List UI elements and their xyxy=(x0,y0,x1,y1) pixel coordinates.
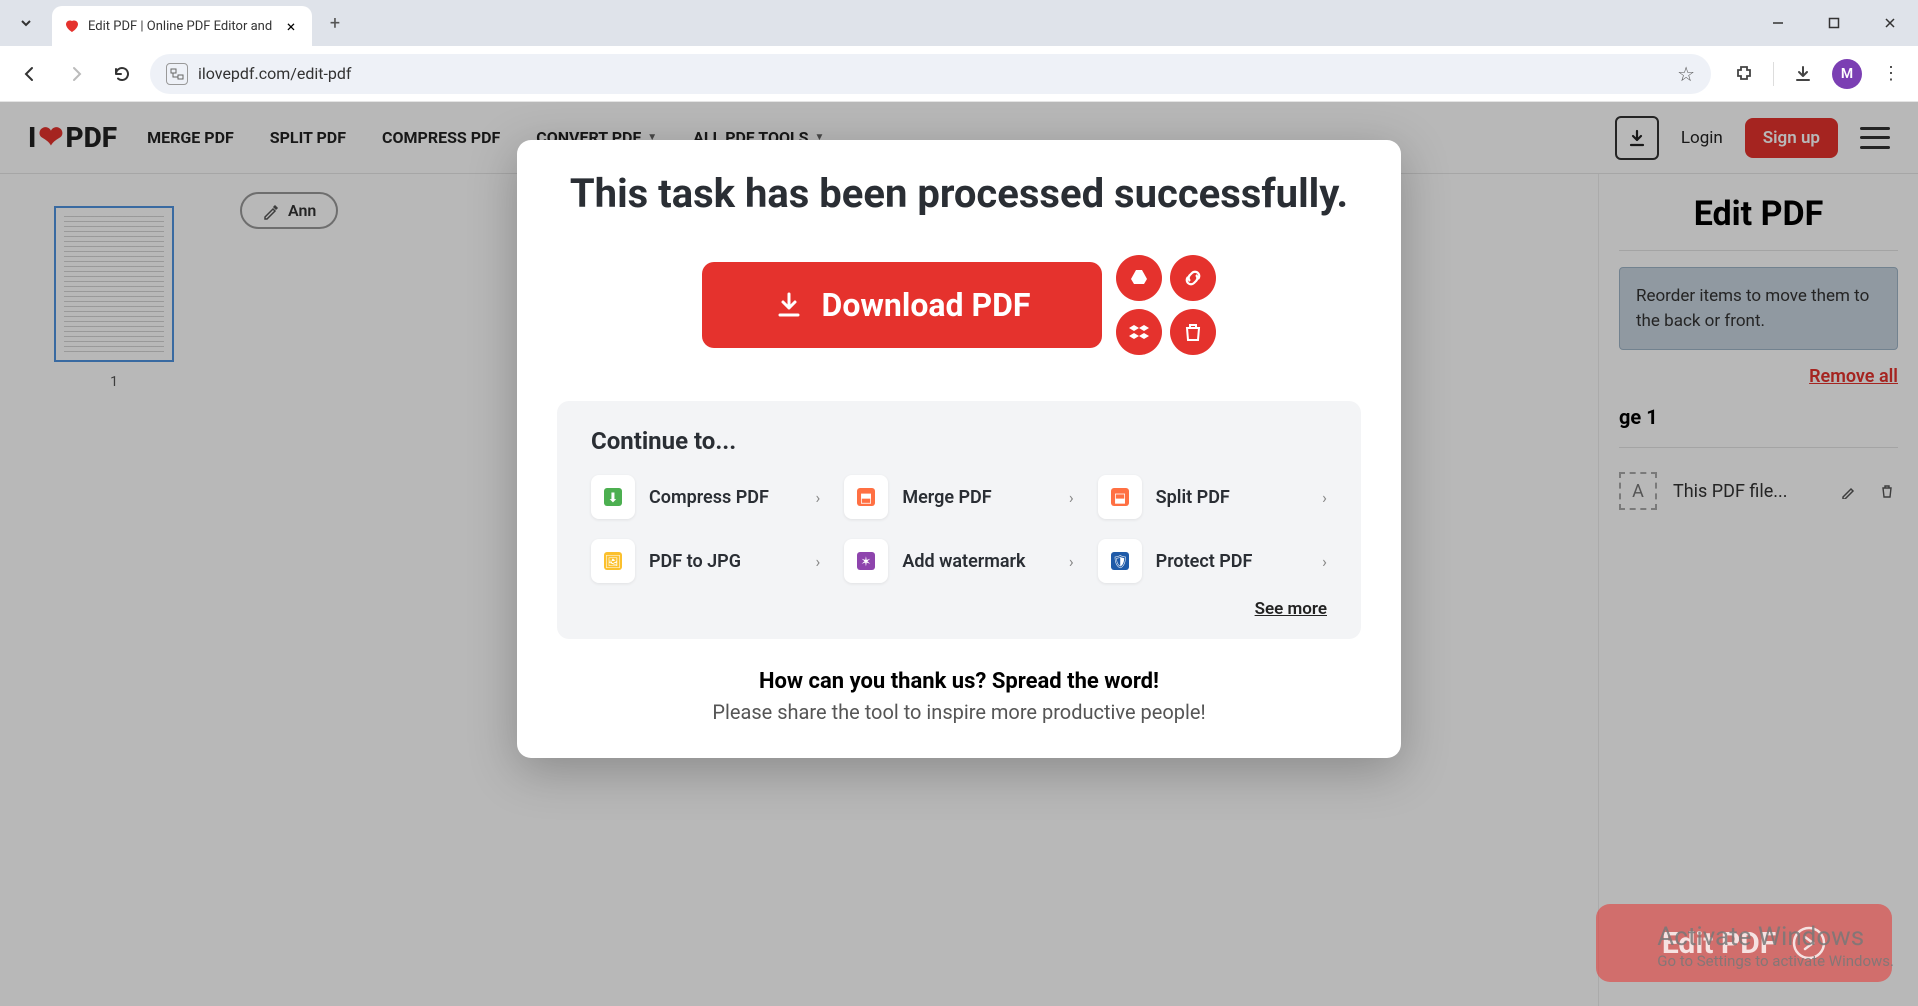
continue-to-box: Continue to... ⬇ Compress PDF › ⬒ Merge PDF ›… xyxy=(557,401,1361,639)
tool-item[interactable]: ⬇ Compress PDF › xyxy=(591,475,820,519)
edit-pdf-submit-button[interactable]: Edit PDF xyxy=(1596,904,1892,982)
toolbar-divider xyxy=(1773,62,1774,86)
svg-text:✶: ✶ xyxy=(861,555,872,570)
address-bar[interactable]: ilovepdf.com/edit-pdf ☆ xyxy=(150,54,1711,94)
download-pdf-button[interactable]: Download PDF xyxy=(702,262,1102,348)
chevron-right-icon: › xyxy=(1322,552,1327,571)
chevron-right-icon: › xyxy=(816,488,821,507)
url-text: ilovepdf.com/edit-pdf xyxy=(198,64,1667,83)
svg-text:⬒: ⬒ xyxy=(860,491,872,506)
browser-tab[interactable]: Edit PDF | Online PDF Editor and × xyxy=(52,6,312,46)
tool-item[interactable]: 🛡 Protect PDF › xyxy=(1098,539,1327,583)
tool-icon: 🖼 xyxy=(591,539,635,583)
tab-favicon-icon xyxy=(64,18,80,34)
extensions-icon[interactable] xyxy=(1729,59,1759,89)
download-label: Download PDF xyxy=(822,286,1031,324)
chevron-right-icon: › xyxy=(1322,488,1327,507)
svg-text:⬓: ⬓ xyxy=(1114,491,1126,506)
back-button[interactable] xyxy=(12,56,48,92)
share-link-button[interactable] xyxy=(1170,255,1216,301)
tool-label: Split PDF xyxy=(1156,487,1309,508)
fab-label: Edit PDF xyxy=(1662,926,1776,961)
thanks-subtitle: Please share the tool to inspire more pr… xyxy=(557,700,1361,724)
tool-label: Compress PDF xyxy=(649,487,802,508)
tool-label: Protect PDF xyxy=(1156,551,1309,572)
trash-icon xyxy=(1182,321,1204,343)
arrow-circle-icon xyxy=(1792,926,1826,960)
tool-icon: 🛡 xyxy=(1098,539,1142,583)
profile-avatar[interactable]: M xyxy=(1832,59,1862,89)
tool-label: PDF to JPG xyxy=(649,551,802,572)
thanks-title: How can you thank us? Spread the word! xyxy=(557,669,1361,694)
continue-title: Continue to... xyxy=(591,427,1327,455)
reload-button[interactable] xyxy=(104,56,140,92)
svg-text:🖼: 🖼 xyxy=(605,555,622,570)
chevron-right-icon: › xyxy=(816,552,821,571)
link-icon xyxy=(1182,267,1204,289)
tab-title: Edit PDF | Online PDF Editor and xyxy=(88,19,274,34)
chevron-right-icon: › xyxy=(1069,552,1074,571)
tool-icon: ⬓ xyxy=(1098,475,1142,519)
tool-icon: ⬒ xyxy=(844,475,888,519)
tool-label: Add watermark xyxy=(902,551,1055,572)
download-row: Download PDF xyxy=(557,255,1361,355)
browser-tab-strip: Edit PDF | Online PDF Editor and × + xyxy=(0,0,1918,46)
window-maximize-button[interactable] xyxy=(1806,0,1862,46)
browser-menu-button[interactable]: ⋮ xyxy=(1876,59,1906,89)
window-controls xyxy=(1750,0,1918,46)
downloads-icon[interactable] xyxy=(1788,59,1818,89)
window-minimize-button[interactable] xyxy=(1750,0,1806,46)
dropbox-icon xyxy=(1128,321,1150,343)
see-more-link[interactable]: See more xyxy=(591,599,1327,619)
tool-item[interactable]: 🖼 PDF to JPG › xyxy=(591,539,820,583)
window-close-button[interactable] xyxy=(1862,0,1918,46)
download-icon xyxy=(774,290,804,320)
tool-item[interactable]: ✶ Add watermark › xyxy=(844,539,1073,583)
browser-toolbar: ilovepdf.com/edit-pdf ☆ M ⋮ xyxy=(0,46,1918,102)
tool-item[interactable]: ⬓ Split PDF › xyxy=(1098,475,1327,519)
site-info-icon[interactable] xyxy=(166,63,188,85)
tool-grid: ⬇ Compress PDF › ⬒ Merge PDF › ⬓ Split PDF › 🖼 PDF… xyxy=(591,475,1327,583)
tool-item[interactable]: ⬒ Merge PDF › xyxy=(844,475,1073,519)
tool-icon: ⬇ xyxy=(591,475,635,519)
svg-text:⬇: ⬇ xyxy=(608,491,619,506)
success-modal: This task has been processed successfull… xyxy=(517,140,1401,758)
secondary-actions xyxy=(1116,255,1216,355)
save-to-dropbox-button[interactable] xyxy=(1116,309,1162,355)
bookmark-star-icon[interactable]: ☆ xyxy=(1677,62,1695,86)
modal-title: This task has been processed successfull… xyxy=(557,170,1361,217)
chevron-right-icon: › xyxy=(1069,488,1074,507)
tabs-dropdown-button[interactable] xyxy=(8,5,44,41)
toolbar-right: M ⋮ xyxy=(1721,59,1906,89)
svg-text:🛡: 🛡 xyxy=(1111,554,1128,570)
tool-icon: ✶ xyxy=(844,539,888,583)
new-tab-button[interactable]: + xyxy=(320,8,350,38)
save-to-drive-button[interactable] xyxy=(1116,255,1162,301)
delete-file-button[interactable] xyxy=(1170,309,1216,355)
tab-close-button[interactable]: × xyxy=(282,17,300,35)
tool-label: Merge PDF xyxy=(902,487,1055,508)
google-drive-icon xyxy=(1128,267,1150,289)
forward-button[interactable] xyxy=(58,56,94,92)
